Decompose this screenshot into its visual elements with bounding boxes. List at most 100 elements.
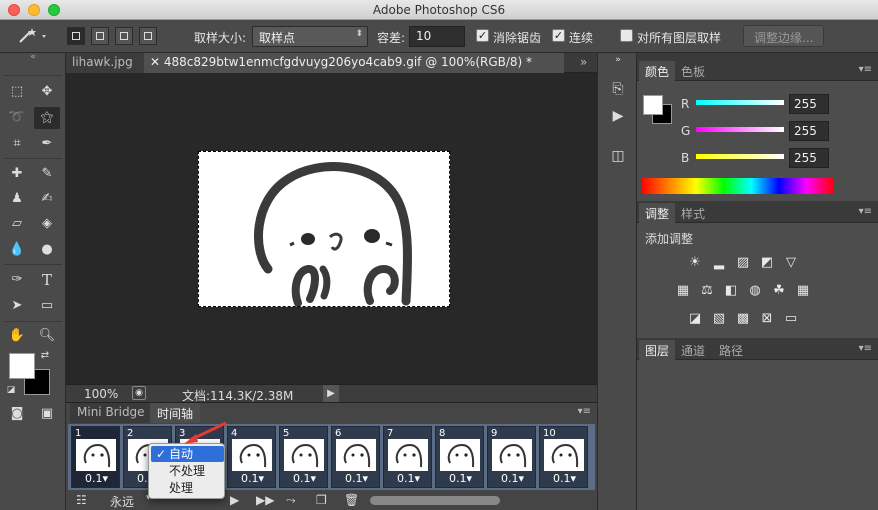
document-image[interactable]: [198, 151, 450, 307]
levels-icon[interactable]: ▂: [711, 255, 727, 271]
tool-preset-picker[interactable]: [14, 26, 50, 47]
invert-icon[interactable]: ◪: [687, 311, 703, 327]
green-slider[interactable]: [696, 127, 784, 132]
collapse-tools-icon[interactable]: «: [20, 53, 46, 62]
swap-colors-icon[interactable]: ⇄: [38, 349, 52, 363]
eraser-tool-icon[interactable]: ▱: [4, 213, 30, 235]
animation-frame[interactable]: 7 0.1▾: [383, 426, 432, 488]
healing-brush-tool-icon[interactable]: ✚: [4, 163, 30, 185]
animation-frame[interactable]: 5 0.1▾: [279, 426, 328, 488]
exposure-icon[interactable]: ◩: [759, 255, 775, 271]
blue-slider[interactable]: [696, 154, 784, 159]
photo-filter-icon[interactable]: ◍: [747, 283, 763, 299]
foreground-color-swatch[interactable]: [9, 353, 35, 379]
new-selection-button[interactable]: [67, 27, 85, 45]
lasso-tool-icon[interactable]: ➰: [4, 107, 30, 129]
zoom-tool-icon[interactable]: 🔍︎: [34, 325, 60, 347]
channel-mixer-icon[interactable]: ☘: [771, 283, 787, 299]
sample-size-select[interactable]: 取样点 ⬍: [252, 26, 368, 47]
delete-frame-icon[interactable]: 🗑︎: [344, 493, 359, 507]
foreground-color-swatch[interactable]: [643, 95, 663, 115]
next-frame-icon[interactable]: ▶▶: [256, 493, 274, 507]
rectangle-tool-icon[interactable]: ▭: [34, 295, 60, 317]
curves-icon[interactable]: ▨: [735, 255, 751, 271]
animation-frame[interactable]: 1 0.1▾: [71, 426, 120, 488]
menu-item-auto[interactable]: ✓ 自动: [151, 446, 224, 462]
marquee-tool-icon[interactable]: ⬚: [4, 81, 30, 103]
red-value-input[interactable]: 255: [789, 94, 829, 114]
panel-menu-icon[interactable]: ▾≡: [859, 206, 872, 217]
color-spectrum-bar[interactable]: [641, 178, 834, 194]
animation-frame[interactable]: 6 0.1▾: [331, 426, 380, 488]
posterize-icon[interactable]: ▧: [711, 311, 727, 327]
selective-color-icon[interactable]: ⊠: [759, 311, 775, 327]
frame-delay-select[interactable]: 0.1▾: [540, 472, 589, 485]
brightness-contrast-icon[interactable]: ☀: [687, 255, 703, 271]
black-white-icon[interactable]: ◧: [723, 283, 739, 299]
eyedropper-tool-icon[interactable]: ✒: [34, 133, 60, 155]
canvas-area[interactable]: [66, 73, 597, 384]
magic-wand-tool-icon[interactable]: ⚝: [34, 107, 60, 129]
antialias-checkbox[interactable]: ✓: [476, 29, 489, 42]
tab-paths[interactable]: 路径: [713, 340, 749, 360]
crop-tool-icon[interactable]: ⌗: [4, 133, 30, 155]
status-menu-arrow-icon[interactable]: ▶: [323, 385, 339, 402]
loop-options-select[interactable]: 永远: [110, 493, 134, 510]
tab-overflow-icon[interactable]: »: [574, 53, 597, 73]
panel-menu-icon[interactable]: ▾≡: [859, 64, 872, 75]
tab-swatches[interactable]: 色板: [675, 61, 711, 81]
vibrance-icon[interactable]: ▽: [783, 255, 799, 271]
frame-delay-select[interactable]: 0.1▾: [384, 472, 433, 485]
screen-mode-icon[interactable]: ▣: [34, 403, 60, 425]
animation-frame[interactable]: 10 0.1▾: [539, 426, 588, 488]
clone-stamp-tool-icon[interactable]: ♟: [4, 188, 30, 210]
default-colors-icon[interactable]: ◪: [4, 383, 18, 397]
refine-edge-button[interactable]: 调整边缘...: [743, 25, 825, 47]
animation-frame[interactable]: 9 0.1▾: [487, 426, 536, 488]
tolerance-input[interactable]: 10: [409, 26, 465, 47]
pen-tool-icon[interactable]: ✑: [4, 269, 30, 291]
hand-tool-icon[interactable]: ✋: [4, 325, 30, 347]
tab-document-2[interactable]: ✕ 488c829btw1enmcfgdvuyg206yo4cab9.gif @…: [144, 53, 564, 73]
tab-layers[interactable]: 图层: [639, 340, 676, 360]
move-tool-icon[interactable]: ✥: [34, 81, 60, 103]
tab-mini-bridge[interactable]: Mini Bridge: [70, 403, 152, 423]
history-brush-tool-icon[interactable]: ✍: [34, 188, 60, 210]
frame-delay-select[interactable]: 0.1▾: [280, 472, 329, 485]
expand-dock-icon[interactable]: »: [608, 55, 628, 75]
tab-channels[interactable]: 通道: [675, 340, 711, 360]
frame-delay-select[interactable]: 0.1▾: [332, 472, 381, 485]
add-to-selection-button[interactable]: [91, 27, 109, 45]
frame-delay-select[interactable]: 0.1▾: [436, 472, 485, 485]
tab-color[interactable]: 颜色: [639, 61, 676, 81]
status-options-icon[interactable]: ◉: [132, 386, 146, 400]
gradient-map-icon[interactable]: ▭: [783, 311, 799, 327]
frame-delay-select[interactable]: 0.1▾: [72, 472, 121, 485]
contiguous-checkbox[interactable]: ✓: [552, 29, 565, 42]
color-lookup-icon[interactable]: ▦: [795, 283, 811, 299]
menu-item-do-not-dispose[interactable]: 不处理: [151, 463, 224, 479]
properties-panel-icon[interactable]: ◫: [608, 148, 628, 168]
quick-mask-icon[interactable]: ◙: [4, 403, 30, 425]
tab-document-1[interactable]: lihawk.jpg: [66, 53, 144, 73]
zoom-level[interactable]: 100%: [84, 387, 118, 401]
panel-menu-icon[interactable]: ▾≡: [859, 343, 872, 354]
animation-frame[interactable]: 4 0.1▾: [227, 426, 276, 488]
menu-item-dispose[interactable]: 处理: [151, 480, 224, 496]
threshold-icon[interactable]: ▩: [735, 311, 751, 327]
tab-adjustments[interactable]: 调整: [639, 203, 676, 223]
blur-tool-icon[interactable]: 💧: [4, 239, 30, 261]
timeline-scrollbar[interactable]: [370, 496, 500, 505]
subtract-from-selection-button[interactable]: [115, 27, 133, 45]
frame-delay-select[interactable]: 0.1▾: [488, 472, 537, 485]
brush-tool-icon[interactable]: ✎: [34, 163, 60, 185]
intersect-selection-button[interactable]: [139, 27, 157, 45]
duplicate-frame-icon[interactable]: ❐: [316, 493, 327, 507]
path-selection-tool-icon[interactable]: ➤: [4, 295, 30, 317]
blue-value-input[interactable]: 255: [789, 148, 829, 168]
hue-saturation-icon[interactable]: ▦: [675, 283, 691, 299]
actions-panel-icon[interactable]: ▶: [608, 108, 628, 128]
red-slider[interactable]: [696, 100, 784, 105]
panel-menu-icon[interactable]: ▾≡: [578, 406, 591, 417]
green-value-input[interactable]: 255: [789, 121, 829, 141]
